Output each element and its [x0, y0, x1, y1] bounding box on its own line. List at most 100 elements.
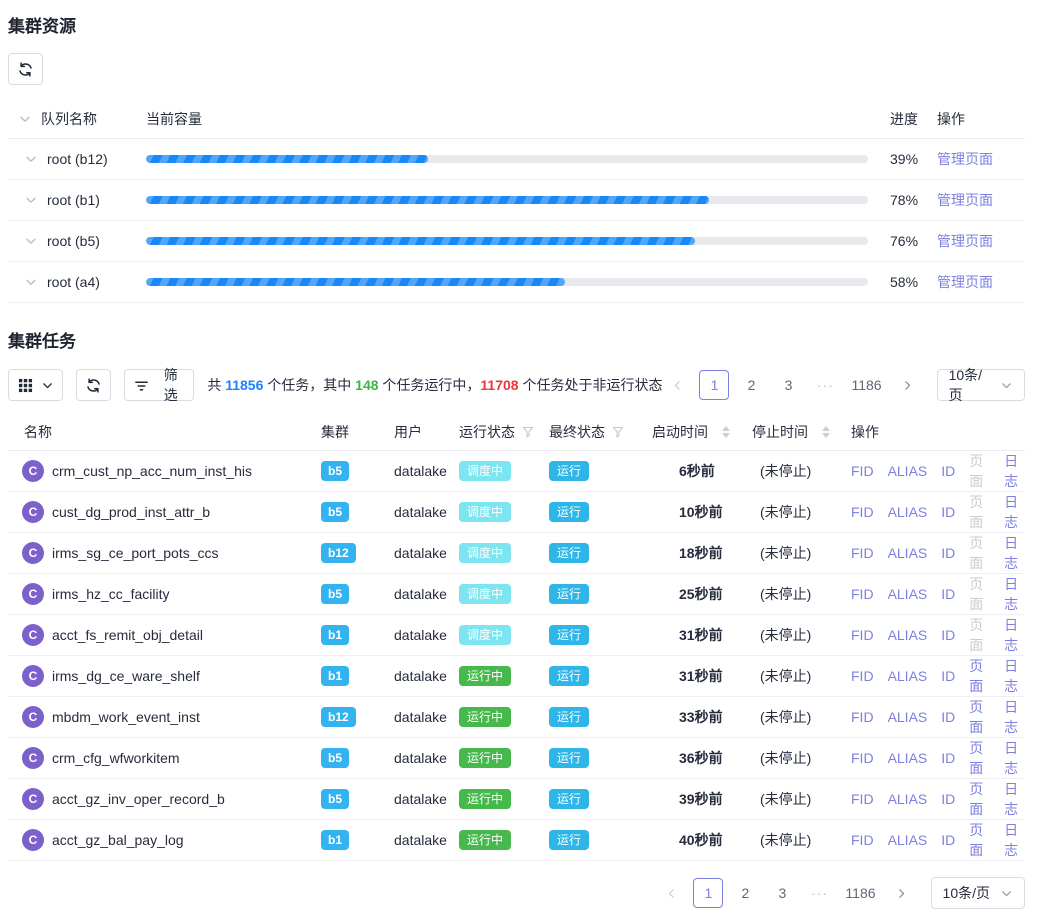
last-page-button[interactable]: 1186	[847, 370, 885, 400]
fid-link[interactable]: FID	[851, 791, 874, 807]
id-link[interactable]: ID	[941, 750, 955, 766]
alias-link[interactable]: ALIAS	[888, 668, 928, 684]
task-name: irms_hz_cc_facility	[52, 586, 169, 602]
next-page-button[interactable]	[887, 878, 917, 908]
alias-link[interactable]: ALIAS	[888, 709, 928, 725]
page-link[interactable]: 页面	[969, 738, 990, 778]
page-3-button[interactable]: 3	[767, 878, 797, 908]
manage-page-link[interactable]: 管理页面	[937, 274, 993, 290]
col-user: 用户	[394, 422, 459, 442]
id-link[interactable]: ID	[941, 709, 955, 725]
pagination-ellipsis[interactable]: ···	[804, 878, 834, 908]
id-link[interactable]: ID	[941, 504, 955, 520]
id-link[interactable]: ID	[941, 832, 955, 848]
expand-queue-chevron-icon[interactable]	[24, 152, 38, 166]
expand-queue-chevron-icon[interactable]	[24, 275, 38, 289]
final-status-badge: 运行	[549, 789, 589, 809]
fid-link[interactable]: FID	[851, 463, 874, 479]
run-status-badge: 调度中	[459, 625, 511, 645]
alias-link[interactable]: ALIAS	[888, 832, 928, 848]
cluster-badge: b12	[321, 707, 356, 727]
page-3-button[interactable]: 3	[773, 370, 803, 400]
page-2-button[interactable]: 2	[736, 370, 766, 400]
log-link[interactable]: 日志	[1004, 656, 1025, 696]
user-cell: datalake	[394, 832, 459, 848]
id-link[interactable]: ID	[941, 463, 955, 479]
refresh-tasks-button[interactable]	[76, 369, 111, 401]
fid-link[interactable]: FID	[851, 668, 874, 684]
manage-page-link[interactable]: 管理页面	[937, 233, 993, 249]
user-cell: datalake	[394, 668, 459, 684]
manage-page-link[interactable]: 管理页面	[937, 151, 993, 167]
prev-page-button[interactable]	[662, 370, 692, 400]
refresh-resources-button[interactable]	[8, 53, 43, 85]
page-link[interactable]: 页面	[969, 697, 990, 737]
log-link[interactable]: 日志	[1004, 820, 1025, 860]
log-link[interactable]: 日志	[1004, 451, 1025, 491]
fid-link[interactable]: FID	[851, 545, 874, 561]
fid-link[interactable]: FID	[851, 586, 874, 602]
alias-link[interactable]: ALIAS	[888, 504, 928, 520]
page-link[interactable]: 页面	[969, 656, 990, 696]
run-status-filter-icon[interactable]	[522, 426, 534, 438]
prev-page-button[interactable]	[656, 878, 686, 908]
log-link[interactable]: 日志	[1004, 779, 1025, 819]
log-link[interactable]: 日志	[1004, 492, 1025, 532]
fid-link[interactable]: FID	[851, 832, 874, 848]
page-link[interactable]: 页面	[969, 820, 990, 860]
log-link[interactable]: 日志	[1004, 533, 1025, 573]
filter-button[interactable]: 筛选	[124, 369, 194, 401]
pagination-ellipsis[interactable]: ···	[810, 370, 840, 400]
start-time: 18秒前	[652, 543, 752, 563]
next-page-button[interactable]	[893, 370, 923, 400]
non-running-tasks-count: 11708	[480, 377, 518, 393]
id-link[interactable]: ID	[941, 586, 955, 602]
alias-link[interactable]: ALIAS	[888, 791, 928, 807]
cluster-badge: b5	[321, 502, 349, 522]
start-time-sorter-icon[interactable]	[722, 426, 730, 438]
fid-link[interactable]: FID	[851, 750, 874, 766]
stop-time: (未停止)	[752, 461, 845, 481]
cluster-resources-title: 集群资源	[8, 0, 1025, 37]
page-2-button[interactable]: 2	[730, 878, 760, 908]
page-1-button[interactable]: 1	[699, 370, 729, 400]
manage-page-link[interactable]: 管理页面	[937, 192, 993, 208]
alias-link[interactable]: ALIAS	[888, 627, 928, 643]
page-1-button[interactable]: 1	[693, 878, 723, 908]
pagination-top: 1 2 3 ··· 1186	[662, 370, 922, 400]
progress-percent: 39%	[884, 151, 929, 167]
filter-icon	[134, 378, 149, 393]
id-link[interactable]: ID	[941, 627, 955, 643]
expand-queue-chevron-icon[interactable]	[24, 234, 38, 248]
column-settings-button[interactable]	[8, 369, 63, 401]
log-link[interactable]: 日志	[1004, 738, 1025, 778]
avatar: C	[22, 788, 44, 810]
page-size-select[interactable]: 10条/页	[931, 877, 1025, 909]
page-size-select[interactable]: 10条/页	[937, 369, 1025, 401]
page-link[interactable]: 页面	[969, 779, 990, 819]
expand-queue-chevron-icon[interactable]	[24, 193, 38, 207]
table-row: C mbdm_work_event_inst b12 datalake 运行中 …	[8, 697, 1025, 738]
collapse-all-chevron-icon[interactable]	[18, 112, 32, 126]
id-link[interactable]: ID	[941, 791, 955, 807]
cluster-badge: b12	[321, 543, 356, 563]
log-link[interactable]: 日志	[1004, 697, 1025, 737]
fid-link[interactable]: FID	[851, 627, 874, 643]
user-cell: datalake	[394, 504, 459, 520]
alias-link[interactable]: ALIAS	[888, 545, 928, 561]
alias-link[interactable]: ALIAS	[888, 750, 928, 766]
stop-time: (未停止)	[752, 584, 845, 604]
fid-link[interactable]: FID	[851, 504, 874, 520]
final-status-filter-icon[interactable]	[612, 426, 624, 438]
stop-time-sorter-icon[interactable]	[822, 426, 830, 438]
alias-link[interactable]: ALIAS	[888, 586, 928, 602]
capacity-progressbar	[146, 155, 868, 163]
id-link[interactable]: ID	[941, 668, 955, 684]
fid-link[interactable]: FID	[851, 709, 874, 725]
log-link[interactable]: 日志	[1004, 574, 1025, 614]
id-link[interactable]: ID	[941, 545, 955, 561]
chevron-down-icon	[1000, 379, 1013, 392]
alias-link[interactable]: ALIAS	[888, 463, 928, 479]
log-link[interactable]: 日志	[1004, 615, 1025, 655]
last-page-button[interactable]: 1186	[841, 878, 879, 908]
